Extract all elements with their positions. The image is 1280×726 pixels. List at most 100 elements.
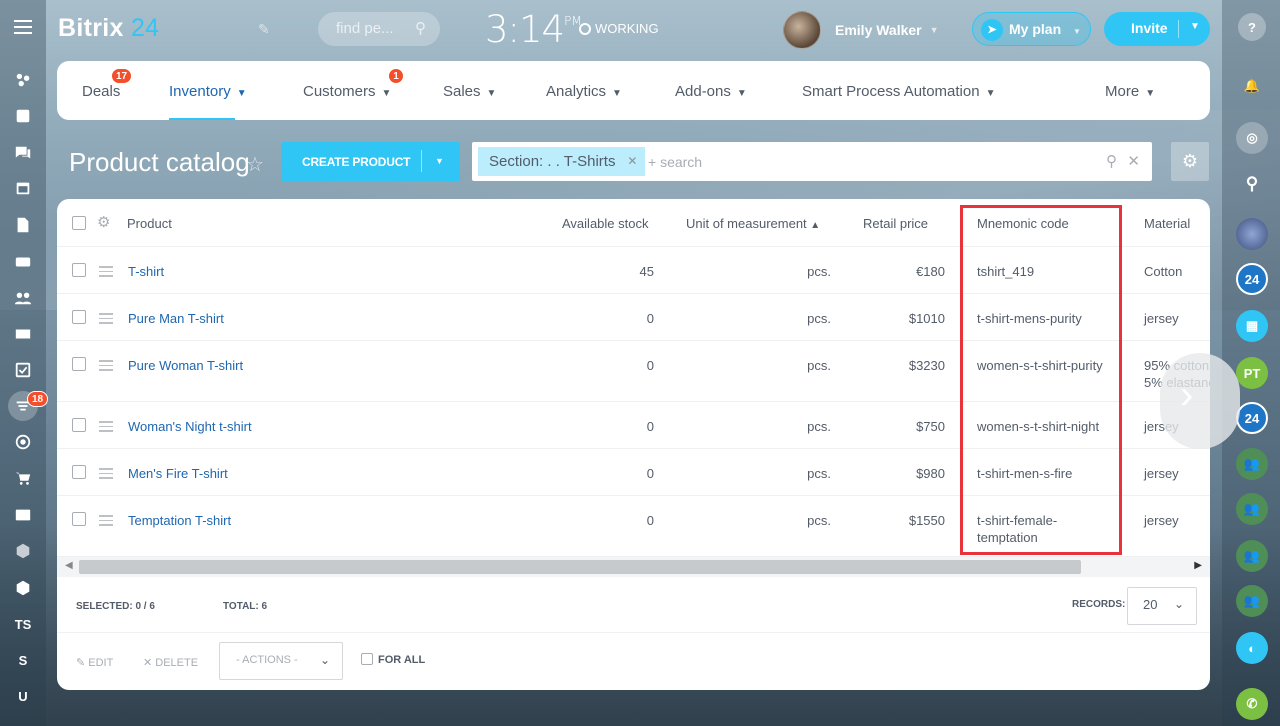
row-checkbox[interactable] — [72, 310, 86, 324]
help-icon[interactable]: ? — [1238, 13, 1266, 41]
column-header-unit[interactable]: Unit of measurement ▲ — [686, 216, 820, 231]
calendar-chat-icon[interactable]: ▦ — [1236, 310, 1268, 342]
row-checkbox[interactable] — [72, 357, 86, 371]
filter-search-input[interactable]: Section: . . T-Shirts ✕ + search ⚲ ✕ — [472, 142, 1152, 181]
select-all-checkbox[interactable] — [72, 216, 86, 230]
product-name-link[interactable]: T-shirt — [128, 264, 164, 279]
actions-select[interactable]: - ACTIONS - ⌄ — [219, 642, 343, 680]
group-avatar[interactable] — [1236, 218, 1268, 250]
contact-card-icon[interactable] — [8, 500, 38, 530]
pencil-icon[interactable]: ✎ — [258, 21, 270, 38]
messenger-icon[interactable]: ◎ — [1236, 122, 1268, 154]
bitrix24-chat-avatar[interactable]: 24 — [1236, 263, 1268, 295]
column-header-product[interactable]: Product — [127, 216, 172, 231]
calendar-icon[interactable] — [8, 173, 38, 203]
drag-handle-icon[interactable] — [99, 360, 113, 374]
scroll-right-arrow-icon[interactable]: ▶ — [1194, 560, 1202, 571]
search-icon[interactable]: ⚲ — [1106, 152, 1117, 170]
for-all-checkbox[interactable]: FOR ALL — [361, 653, 425, 666]
horizontal-scrollbar[interactable]: ◀ ▶ — [57, 557, 1210, 577]
close-icon[interactable]: ✕ — [627, 154, 637, 168]
product-name-link[interactable]: Men's Fire T-shirt — [128, 466, 228, 481]
product-name-link[interactable]: Temptation T-shirt — [128, 513, 231, 528]
create-product-button[interactable]: CREATE PRODUCT ▼ — [281, 142, 460, 181]
row-checkbox[interactable] — [72, 465, 86, 479]
feed-icon[interactable] — [8, 101, 38, 131]
inventory-box-icon[interactable] — [8, 573, 38, 603]
search-input[interactable]: find pe... ⚲ — [318, 12, 440, 46]
drag-handle-icon[interactable] — [99, 266, 113, 280]
table-row[interactable]: Men's Fire T-shirt 0 pcs. $980 t-shirt-m… — [57, 449, 1210, 496]
phone-icon[interactable]: ✆ — [1236, 688, 1268, 720]
tab-more[interactable]: More ▼ — [1105, 83, 1155, 100]
my-plan-button[interactable]: ➤ My plan ▼ — [972, 12, 1091, 46]
group-chat-icon-2[interactable]: 👥 — [1236, 493, 1268, 525]
box-icon[interactable] — [8, 536, 38, 566]
tab-sales[interactable]: Sales ▼ — [443, 83, 496, 100]
tab-inventory[interactable]: Inventory ▼ — [169, 83, 247, 100]
notifications-bell-icon[interactable]: 🔔 — [1236, 70, 1268, 102]
tab-deals[interactable]: Deals — [82, 83, 120, 100]
edit-button[interactable]: ✎ EDIT — [76, 656, 113, 669]
drag-handle-icon[interactable] — [99, 468, 113, 482]
clear-icon[interactable]: ✕ — [1127, 152, 1140, 170]
open-channels-icon[interactable]: ◐ — [1236, 632, 1268, 664]
drive-icon[interactable] — [8, 247, 38, 277]
chevron-down-icon[interactable]: ▼ — [435, 156, 444, 166]
tab-analytics[interactable]: Analytics ▼ — [546, 83, 622, 100]
table-row[interactable]: T-shirt 45 pcs. €180 tshirt_419 Cotton — [57, 247, 1210, 294]
activity-icon[interactable] — [8, 65, 38, 95]
column-header-price[interactable]: Retail price — [863, 216, 928, 231]
tab-add-ons[interactable]: Add-ons ▼ — [675, 83, 747, 100]
invite-button[interactable]: Invite ▼ — [1104, 12, 1210, 46]
row-checkbox[interactable] — [72, 512, 86, 526]
mail-icon[interactable] — [8, 319, 38, 349]
user-menu[interactable]: Emily Walker ▼ — [783, 11, 939, 49]
scroll-next-arrow-icon[interactable]: › — [1160, 353, 1240, 449]
sidebar-item-u[interactable]: U — [8, 681, 38, 711]
filter-chip[interactable]: Section: . . T-Shirts ✕ — [478, 147, 646, 176]
scrollbar-thumb[interactable] — [79, 560, 1081, 574]
column-header-stock[interactable]: Available stock — [562, 216, 648, 231]
sidebar-item-s[interactable]: S — [8, 645, 38, 675]
table-row[interactable]: Pure Man T-shirt 0 pcs. $1010 t-shirt-me… — [57, 294, 1210, 341]
table-row[interactable]: Woman's Night t-shirt 0 pcs. $750 women-… — [57, 402, 1210, 449]
table-row[interactable]: Pure Woman T-shirt 0 pcs. $3230 women-s-… — [57, 341, 1210, 402]
table-row[interactable]: Temptation T-shirt 0 pcs. $1550 t-shirt-… — [57, 496, 1210, 557]
target-icon[interactable] — [8, 427, 38, 457]
search-icon[interactable]: ⚲ — [1236, 168, 1268, 200]
records-per-page-select[interactable]: 20 ⌄ — [1127, 587, 1197, 625]
row-checkbox[interactable] — [72, 263, 86, 277]
product-name-link[interactable]: Pure Woman T-shirt — [128, 358, 243, 373]
tab-smart-process-automation[interactable]: Smart Process Automation ▼ — [802, 83, 995, 100]
drag-handle-icon[interactable] — [99, 313, 113, 327]
group-chat-icon[interactable]: 👥 — [1236, 448, 1268, 480]
shop-cart-icon[interactable] — [8, 463, 38, 493]
documents-icon[interactable] — [8, 210, 38, 240]
clock[interactable]: 3:14PM — [485, 8, 582, 51]
group-chat-icon-4[interactable]: 👥 — [1236, 585, 1268, 617]
column-header-material[interactable]: Material — [1144, 216, 1190, 231]
product-name-link[interactable]: Woman's Night t-shirt — [128, 419, 252, 434]
employees-icon[interactable] — [8, 283, 38, 313]
row-checkbox[interactable] — [72, 418, 86, 432]
sidebar-item-ts[interactable]: TS — [8, 609, 38, 639]
settings-button[interactable]: ⚙ — [1171, 142, 1209, 181]
drag-handle-icon[interactable] — [99, 421, 113, 435]
chevron-down-icon[interactable]: ▼ — [1190, 21, 1200, 32]
product-name-link[interactable]: Pure Man T-shirt — [128, 311, 224, 326]
star-icon[interactable]: ☆ — [246, 152, 264, 177]
delete-button[interactable]: ✕ DELETE — [143, 656, 198, 669]
scroll-left-arrow-icon[interactable]: ◀ — [65, 560, 73, 571]
gear-icon[interactable]: ⚙ — [97, 213, 110, 231]
work-status[interactable]: WORKING — [579, 21, 659, 36]
chat-icon[interactable] — [8, 138, 38, 168]
tab-customers[interactable]: Customers ▼ — [303, 83, 391, 100]
user-initials-avatar[interactable]: PT — [1236, 357, 1268, 389]
menu-icon[interactable] — [14, 20, 32, 34]
bitrix24-chat-avatar-2[interactable]: 24 — [1236, 402, 1268, 434]
drag-handle-icon[interactable] — [99, 515, 113, 529]
tasks-icon[interactable] — [8, 355, 38, 385]
column-header-mnemonic[interactable]: Mnemonic code — [977, 216, 1069, 231]
logo[interactable]: Bitrix 24 — [58, 14, 159, 43]
